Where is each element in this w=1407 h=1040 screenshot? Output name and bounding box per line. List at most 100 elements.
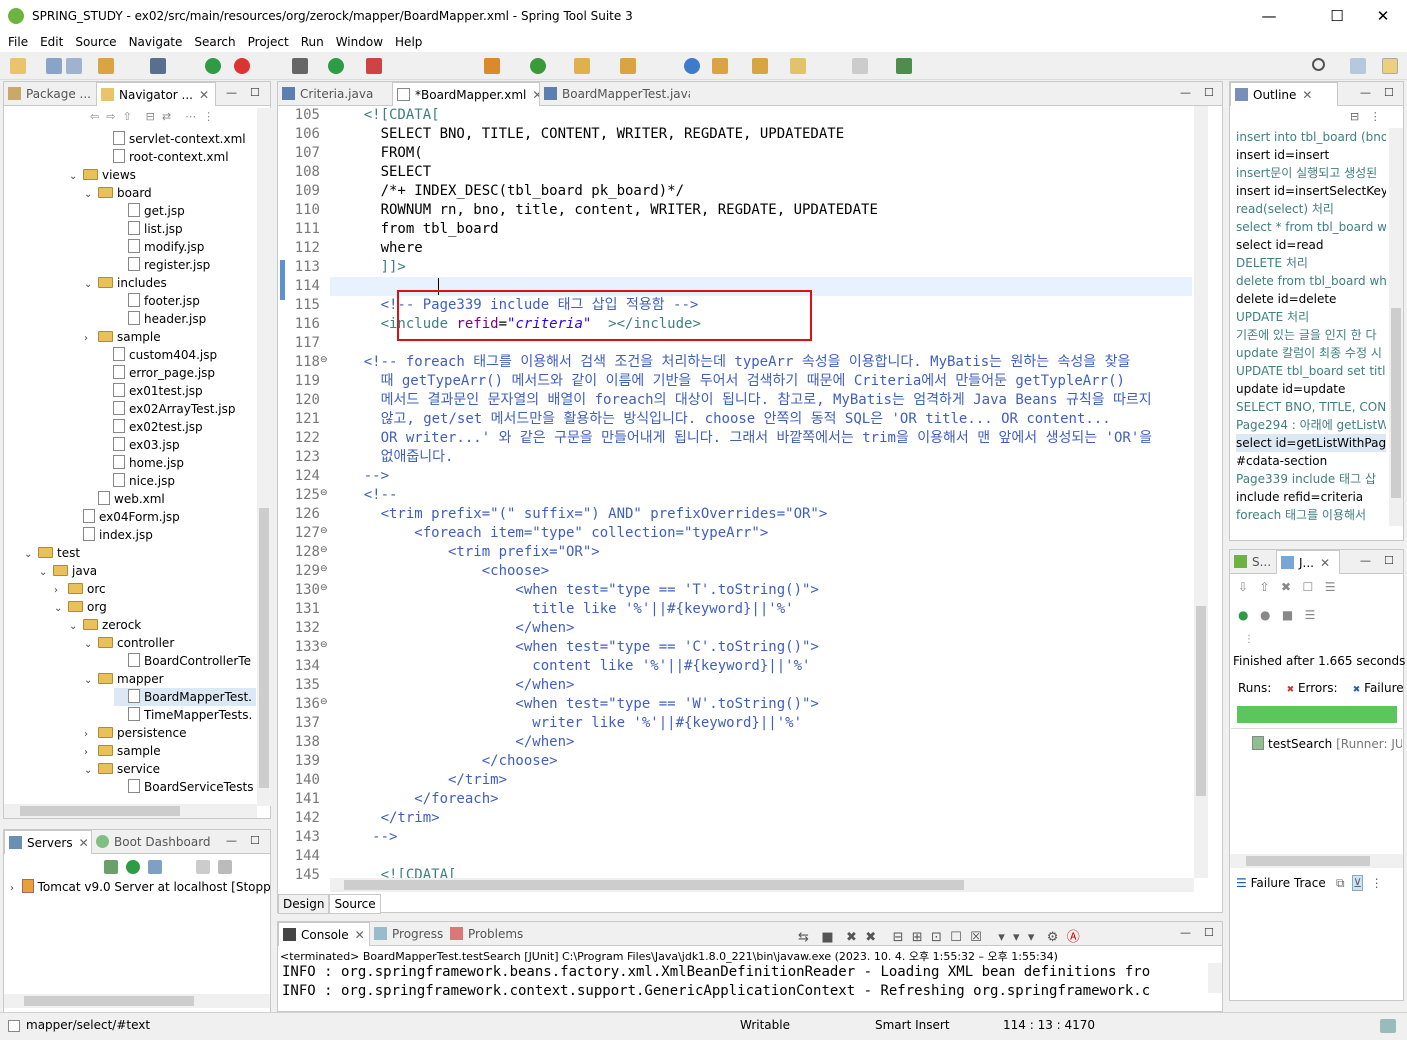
console-vscroll[interactable] <box>1208 963 1222 993</box>
outline-vscroll[interactable] <box>1389 128 1403 526</box>
globe-icon[interactable] <box>684 58 700 74</box>
expand-arrow-icon[interactable]: ⌄ <box>84 672 98 690</box>
tree-folder[interactable]: › sample <box>84 742 161 760</box>
stop-server-small-icon[interactable] <box>196 860 210 874</box>
fold-toggle-icon[interactable]: ⊖ <box>320 545 328 555</box>
tab-boardmapper-xml[interactable]: *BoardMapper.xml✕ <box>392 82 540 106</box>
junit-hscroll[interactable] <box>1230 854 1403 868</box>
open-console-icon[interactable]: ▾ <box>998 930 1005 945</box>
menu-run[interactable]: Run <box>301 35 324 49</box>
start-server-small-icon[interactable] <box>126 860 140 874</box>
up-nav-icon[interactable]: ⇧ <box>122 110 131 123</box>
menu-file[interactable]: File <box>8 35 28 49</box>
tree-folder[interactable]: ⌄ service <box>84 760 160 778</box>
close-button[interactable]: ✕ <box>1360 0 1406 32</box>
stop-server-icon[interactable] <box>234 58 250 74</box>
fold-toggle-icon[interactable]: ⊖ <box>320 583 328 593</box>
compare-icon[interactable]: ⋮ <box>1371 876 1383 890</box>
tree-folder[interactable]: ⌄ controller <box>84 634 174 652</box>
debug-server-icon[interactable] <box>104 860 118 874</box>
fold-toggle-icon[interactable]: ⊖ <box>320 355 328 365</box>
tree-folder[interactable]: › persistence <box>84 724 186 742</box>
minimize-servers-icon[interactable]: — <box>226 834 237 847</box>
navigator-hscroll[interactable] <box>4 804 257 818</box>
outline-item[interactable]: Page339 include 태그 삽 <box>1236 470 1386 488</box>
tree-file[interactable]: servlet-context.xml <box>99 130 246 148</box>
previous-annotation-icon[interactable] <box>752 58 768 74</box>
notifications-icon[interactable] <box>1380 1019 1396 1033</box>
fold-toggle-icon[interactable]: ⊖ <box>320 640 328 650</box>
maximize-junit-icon[interactable]: ☐ <box>1384 554 1394 567</box>
display-console-icon[interactable]: ▾ <box>1013 930 1020 945</box>
open-perspective-icon[interactable] <box>1350 58 1366 74</box>
copy-trace-icon[interactable]: ⧉ <box>1336 876 1345 890</box>
expand-arrow-icon[interactable]: ⌄ <box>54 600 68 618</box>
new-class-icon[interactable] <box>530 58 546 74</box>
outline-item[interactable]: insert into tbl_board (bno, ti <box>1236 128 1386 146</box>
tab-boardmappertest-java[interactable]: BoardMapperTest.java <box>540 82 690 106</box>
tree-folder[interactable]: ⌄ java <box>39 562 97 580</box>
tab-criteria-java[interactable]: Criteria.java <box>278 82 392 106</box>
editor-vscroll-thumb[interactable] <box>1196 606 1206 796</box>
server-item-tomcat[interactable]: › Tomcat v9.0 Server at localhost [Stopp… <box>10 878 270 896</box>
outline-item[interactable]: delete id=delete <box>1236 290 1386 308</box>
fold-toggle-icon[interactable]: ⊖ <box>320 488 328 498</box>
layout-icon[interactable]: ☰ <box>1325 580 1336 594</box>
rerun-failed-icon[interactable]: ● <box>1260 608 1270 622</box>
tab-package-explorer[interactable]: Package ... <box>4 82 96 106</box>
new-icon[interactable] <box>10 58 26 74</box>
minimize-console-icon[interactable]: — <box>1180 926 1191 939</box>
expand-arrow-icon[interactable]: ⌄ <box>39 564 53 582</box>
tree-file[interactable]: ex03.jsp <box>99 436 180 454</box>
outline-item[interactable]: foreach 태그를 이용해서 <box>1236 506 1386 524</box>
tab-boot-dashboard[interactable]: Boot Dashboard <box>92 830 216 854</box>
navigator-hscroll-thumb[interactable] <box>20 806 180 816</box>
menu-search[interactable]: Search <box>194 35 235 49</box>
minimize-editor-icon[interactable]: — <box>1180 86 1191 99</box>
outline-item[interactable]: SELECT BNO, TITLE, CONTEN <box>1236 398 1386 416</box>
remove-launch-icon[interactable]: ✖ <box>846 930 857 945</box>
expand-arrow-icon[interactable]: ⌄ <box>84 186 98 204</box>
menu-window[interactable]: Window <box>336 35 383 49</box>
show-on-error-icon[interactable]: ☒ <box>970 930 982 945</box>
expand-arrow-icon[interactable]: ⌄ <box>84 762 98 780</box>
junit-hscroll-thumb[interactable] <box>1246 856 1370 866</box>
next-failure-icon[interactable]: ⇩ <box>1238 580 1248 594</box>
close-console-tab-icon[interactable]: ✕ <box>355 928 365 942</box>
servers-hscroll-thumb[interactable] <box>24 996 194 1006</box>
maximize-button[interactable]: ☐ <box>1314 0 1360 32</box>
junit-test-item[interactable]: testSearch [Runner: JUni <box>1252 736 1402 751</box>
show-on-output-icon[interactable]: ☐ <box>950 930 962 945</box>
tree-file[interactable]: ex04Form.jsp <box>69 508 180 526</box>
outline-item[interactable]: 기존에 있는 글을 인지 한 다 <box>1236 326 1386 344</box>
tree-file[interactable]: BoardMapperTest. <box>114 688 256 706</box>
tree-file[interactable]: custom404.jsp <box>99 346 217 364</box>
open-type-icon[interactable] <box>574 58 590 74</box>
word-wrap-icon[interactable]: ⊡ <box>931 930 942 945</box>
tree-file[interactable]: list.jsp <box>114 220 183 238</box>
filter-trace-icon[interactable]: ⊻ <box>1352 875 1364 891</box>
minimize-button[interactable]: — <box>1246 0 1292 32</box>
tree-file[interactable]: error_page.jsp <box>99 364 215 382</box>
outline-item[interactable]: update id=update <box>1236 380 1386 398</box>
rerun-icon[interactable]: ● <box>1238 608 1248 622</box>
tree-folder[interactable]: ⌄ org <box>54 598 107 616</box>
search-tool-icon[interactable] <box>620 58 636 74</box>
external-tools-icon[interactable] <box>366 58 382 74</box>
tab-servers[interactable]: Servers ✕ <box>4 830 92 854</box>
back-nav-icon[interactable]: ⇦ <box>90 110 99 123</box>
collapse-all-icon[interactable]: ⊟ <box>146 110 155 123</box>
outline-item[interactable]: select id=getListWithPaging <box>1236 434 1386 452</box>
stop-test-icon[interactable]: ■ <box>1282 608 1293 622</box>
next-annotation-icon[interactable] <box>712 58 728 74</box>
prev-failure-icon[interactable]: ⇧ <box>1260 580 1270 594</box>
tree-file[interactable]: header.jsp <box>114 310 206 328</box>
outline-item[interactable]: read(select) 처리 <box>1236 200 1386 218</box>
clear-console-icon[interactable]: ⊟ <box>893 930 904 945</box>
editor-hscroll-thumb[interactable] <box>344 880 964 890</box>
terminal-icon[interactable] <box>150 58 166 74</box>
tab-design[interactable]: Design <box>278 894 330 914</box>
back-icon[interactable] <box>790 58 806 74</box>
outline-item[interactable]: insert id=insertSelectKey <box>1236 182 1386 200</box>
tab-navigator[interactable]: Navigator ... ✕ <box>96 82 216 106</box>
